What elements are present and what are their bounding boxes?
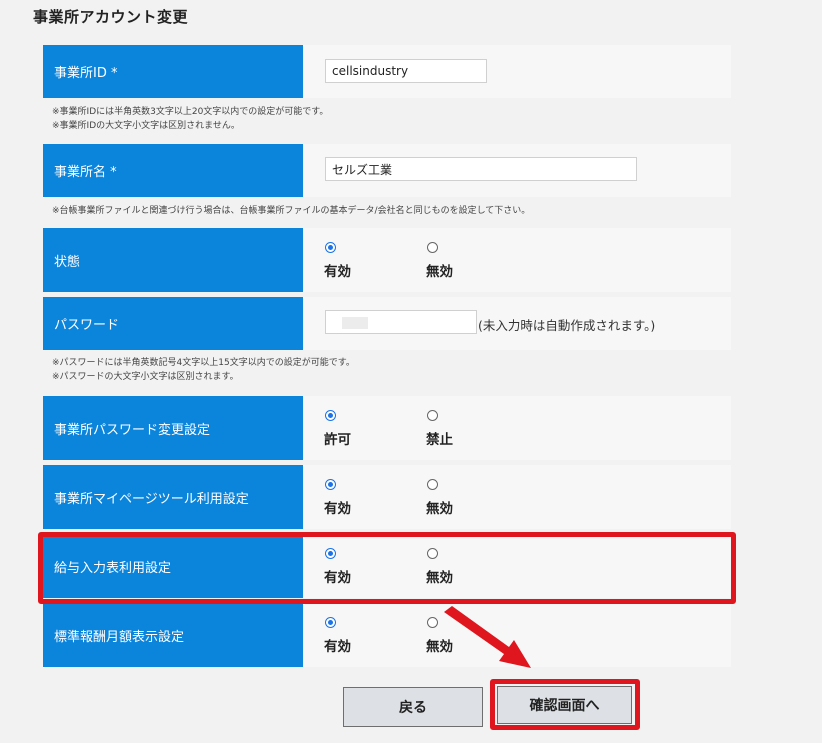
mypage-tool-value-cell: 有効 無効	[303, 465, 731, 529]
radio-unselected-icon[interactable]	[427, 242, 438, 253]
row-pw-change: 事業所パスワード変更設定 許可 禁止	[43, 396, 731, 460]
password-input[interactable]	[325, 310, 477, 334]
pw-change-option-deny-label: 禁止	[426, 432, 453, 448]
standard-remuneration-option-enabled-label: 有効	[324, 639, 351, 655]
radio-unselected-icon[interactable]	[427, 548, 438, 559]
radio-selected-icon[interactable]	[325, 242, 336, 253]
standard-remuneration-value-cell: 有効 無効	[303, 603, 731, 667]
standard-remuneration-option-disabled-label: 無効	[426, 639, 453, 655]
office-id-input[interactable]	[325, 59, 487, 83]
office-id-note-2: ※事業所IDの大文字小文字は区別されません。	[52, 121, 240, 131]
radio-selected-icon[interactable]	[325, 548, 336, 559]
office-name-value-cell	[303, 144, 731, 197]
page-title: 事業所アカウント変更	[33, 8, 189, 26]
salary-input-option-enabled[interactable]: 有効	[324, 548, 351, 586]
salary-input-value-cell: 有効 無効	[303, 534, 731, 598]
row-password: パスワード (未入力時は自動作成されます。)	[43, 297, 731, 350]
mypage-tool-option-enabled-label: 有効	[324, 501, 351, 517]
mypage-tool-label: 事業所マイページツール利用設定	[43, 465, 303, 529]
status-option-disabled-label: 無効	[426, 264, 453, 280]
status-option-enabled-label: 有効	[324, 264, 351, 280]
password-note-2: ※パスワードの大文字小文字は区別されます。	[52, 372, 239, 382]
status-option-disabled[interactable]: 無効	[426, 242, 453, 280]
office-name-label: 事業所名 *	[43, 144, 303, 197]
mypage-tool-option-enabled[interactable]: 有効	[324, 479, 351, 517]
mypage-tool-option-disabled-label: 無効	[426, 501, 453, 517]
radio-selected-icon[interactable]	[325, 410, 336, 421]
standard-remuneration-option-enabled[interactable]: 有効	[324, 617, 351, 655]
password-hint: (未入力時は自動作成されます。)	[478, 318, 656, 333]
password-note-1: ※パスワードには半角英数記号4文字以上15文字以内での設定が可能です。	[52, 358, 355, 368]
pw-change-option-allow[interactable]: 許可	[324, 410, 351, 448]
pw-change-value-cell: 許可 禁止	[303, 396, 731, 460]
office-id-note-1: ※事業所IDには半角英数3文字以上20文字以内での設定が可能です。	[52, 107, 329, 117]
pw-change-label: 事業所パスワード変更設定	[43, 396, 303, 460]
salary-input-option-disabled-label: 無効	[426, 570, 453, 586]
pw-change-option-allow-label: 許可	[324, 432, 351, 448]
status-label: 状態	[43, 228, 303, 292]
office-name-input[interactable]	[325, 157, 637, 181]
office-id-label: 事業所ID *	[43, 45, 303, 98]
row-standard-remuneration: 標準報酬月額表示設定 有効 無効	[43, 603, 731, 667]
pw-change-option-deny[interactable]: 禁止	[426, 410, 453, 448]
password-mask	[342, 317, 368, 329]
status-value-cell: 有効 無効	[303, 228, 731, 292]
status-option-enabled[interactable]: 有効	[324, 242, 351, 280]
row-office-name: 事業所名 *	[43, 144, 731, 197]
salary-input-label: 給与入力表利用設定	[43, 534, 303, 598]
radio-unselected-icon[interactable]	[427, 617, 438, 628]
office-name-note-1: ※台帳事業所ファイルと関連づけ行う場合は、台帳事業所ファイルの基本データ/会社名…	[52, 206, 531, 216]
password-value-cell: (未入力時は自動作成されます。)	[303, 297, 731, 350]
row-office-id: 事業所ID *	[43, 45, 731, 98]
password-label: パスワード	[43, 297, 303, 350]
standard-remuneration-option-disabled[interactable]: 無効	[426, 617, 453, 655]
office-id-value-cell	[303, 45, 731, 98]
confirm-button[interactable]: 確認画面へ	[497, 686, 632, 724]
back-button[interactable]: 戻る	[343, 687, 483, 727]
radio-unselected-icon[interactable]	[427, 479, 438, 490]
salary-input-option-disabled[interactable]: 無効	[426, 548, 453, 586]
row-salary-input: 給与入力表利用設定 有効 無効	[43, 534, 731, 598]
password-notes: ※パスワードには半角英数記号4文字以上15文字以内での設定が可能です。 ※パスワ…	[52, 356, 355, 384]
standard-remuneration-label: 標準報酬月額表示設定	[43, 603, 303, 667]
mypage-tool-option-disabled[interactable]: 無効	[426, 479, 453, 517]
office-name-notes: ※台帳事業所ファイルと関連づけ行う場合は、台帳事業所ファイルの基本データ/会社名…	[52, 204, 530, 218]
radio-unselected-icon[interactable]	[427, 410, 438, 421]
radio-selected-icon[interactable]	[325, 479, 336, 490]
office-id-notes: ※事業所IDには半角英数3文字以上20文字以内での設定が可能です。 ※事業所ID…	[52, 105, 328, 133]
salary-input-option-enabled-label: 有効	[324, 570, 351, 586]
row-mypage-tool: 事業所マイページツール利用設定 有効 無効	[43, 465, 731, 529]
radio-selected-icon[interactable]	[325, 617, 336, 628]
row-status: 状態 有効 無効	[43, 228, 731, 292]
